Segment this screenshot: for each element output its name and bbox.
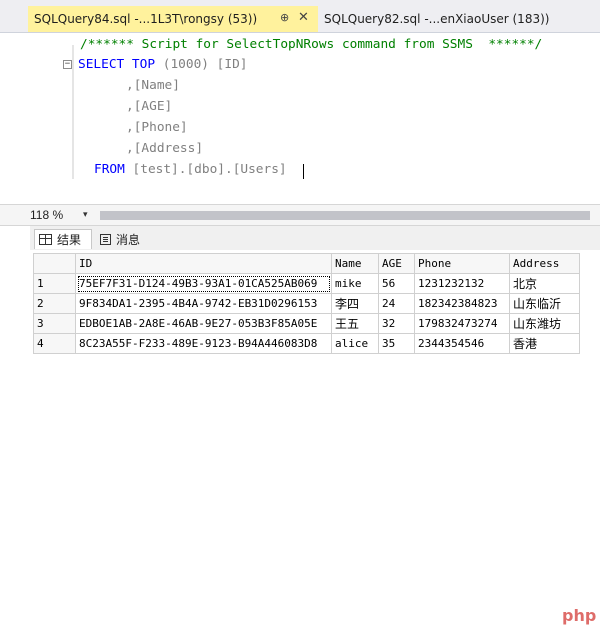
from-rest: [test].[dbo].[Users] xyxy=(124,162,287,177)
watermark-logo: php xyxy=(562,606,597,625)
select-rest: (1000) [ID] xyxy=(155,57,248,72)
table-row[interactable]: 1 75EF7F31-D124-49B3-93A1-01CA525AB069 m… xyxy=(33,273,580,294)
cell-age[interactable]: 32 xyxy=(378,313,415,334)
tab-results-label: 结果 xyxy=(57,233,82,247)
query-editor[interactable]: /****** Script for SelectTopNRows comman… xyxy=(0,33,600,202)
column-header-address[interactable]: Address xyxy=(509,253,580,274)
row-number[interactable]: 2 xyxy=(33,293,76,314)
select-keyword: SELECT TOP xyxy=(78,57,156,72)
fold-guide xyxy=(72,45,74,179)
code-comment-line: /****** Script for SelectTopNRows comman… xyxy=(80,37,543,52)
cell-phone[interactable]: 2344354546 xyxy=(414,333,510,354)
column-header-age[interactable]: AGE xyxy=(378,253,415,274)
code-from-line: FROM [test].[dbo].[Users] xyxy=(94,160,287,180)
grid-icon xyxy=(39,234,52,245)
tab-messages-label: 消息 xyxy=(116,232,141,247)
editor-status-bar: 118 % ▾ xyxy=(0,204,600,226)
fold-collapse-icon[interactable]: − xyxy=(63,60,72,69)
cell-age[interactable]: 56 xyxy=(378,273,415,294)
cell-address[interactable]: 香港 xyxy=(509,333,580,354)
document-tab-strip: SQLQuery84.sql -...1L3T\rongsy (53)) ⊕ ✕… xyxy=(0,0,600,33)
message-icon xyxy=(100,233,111,245)
cell-id[interactable]: 9F834DA1-2395-4B4A-9742-EB31D0296153 xyxy=(75,293,332,314)
cell-phone[interactable]: 1231232132 xyxy=(414,273,510,294)
table-row[interactable]: 2 9F834DA1-2395-4B4A-9742-EB31D0296153 李… xyxy=(33,293,580,314)
code-select-line: SELECT TOP (1000) [ID] xyxy=(78,55,248,75)
cell-address[interactable]: 北京 xyxy=(509,273,580,294)
from-keyword: FROM xyxy=(94,162,125,177)
code-column-age: ,[AGE] xyxy=(126,99,173,114)
tab-sqlquery84-label: SQLQuery84.sql -...1L3T\rongsy (53)) xyxy=(34,12,258,26)
column-header-name[interactable]: Name xyxy=(331,253,379,274)
cell-age[interactable]: 35 xyxy=(378,333,415,354)
results-table: ID Name AGE Phone Address 1 75EF7F31-D12… xyxy=(33,253,580,354)
tab-sqlquery84[interactable]: SQLQuery84.sql -...1L3T\rongsy (53)) ⊕ ✕ xyxy=(28,6,318,32)
zoom-value: 118 % xyxy=(30,208,64,222)
cell-address[interactable]: 山东潍坊 xyxy=(509,313,580,334)
cell-name[interactable]: 王五 xyxy=(331,313,379,334)
table-row[interactable]: 3 EDBOE1AB-2A8E-46AB-9E27-053B3F85A05E 王… xyxy=(33,313,580,334)
zoom-dropdown[interactable]: 118 % ▾ xyxy=(30,208,95,223)
cell-name[interactable]: mike xyxy=(331,273,379,294)
results-grid[interactable]: ID Name AGE Phone Address 1 75EF7F31-D12… xyxy=(30,250,600,625)
code-column-address: ,[Address] xyxy=(126,141,204,156)
cell-phone[interactable]: 182342384823 xyxy=(414,293,510,314)
result-tabs: 结果 消息 xyxy=(30,226,600,250)
cell-name[interactable]: alice xyxy=(331,333,379,354)
horizontal-scrollbar-thumb[interactable] xyxy=(100,211,590,220)
tab-messages[interactable]: 消息 xyxy=(96,229,160,249)
tab-sqlquery82-label: SQLQuery82.sql -...enXiaoUser (183)) xyxy=(324,12,550,26)
chevron-down-icon[interactable]: ▾ xyxy=(83,209,88,220)
cell-id[interactable]: 75EF7F31-D124-49B3-93A1-01CA525AB069 xyxy=(75,273,332,294)
column-header-phone[interactable]: Phone xyxy=(414,253,510,274)
pin-icon[interactable]: ⊕ xyxy=(280,11,289,24)
column-header-id[interactable]: ID xyxy=(75,253,332,274)
cell-id[interactable]: 8C23A55F-F233-489E-9123-B94A446083D8 xyxy=(75,333,332,354)
cell-age[interactable]: 24 xyxy=(378,293,415,314)
cell-phone[interactable]: 179832473274 xyxy=(414,313,510,334)
code-column-name: ,[Name] xyxy=(126,78,180,93)
table-row[interactable]: 4 8C23A55F-F233-489E-9123-B94A446083D8 a… xyxy=(33,333,580,354)
row-number[interactable]: 3 xyxy=(33,313,76,334)
text-cursor xyxy=(303,164,304,179)
cell-id[interactable]: EDBOE1AB-2A8E-46AB-9E27-053B3F85A05E xyxy=(75,313,332,334)
cell-name[interactable]: 李四 xyxy=(331,293,379,314)
cell-address[interactable]: 山东临沂 xyxy=(509,293,580,314)
tab-sqlquery82[interactable]: SQLQuery82.sql -...enXiaoUser (183)) xyxy=(318,6,600,32)
row-number-header[interactable] xyxy=(33,253,76,274)
row-number[interactable]: 4 xyxy=(33,333,76,354)
tab-results[interactable]: 结果 xyxy=(34,229,92,249)
code-column-phone: ,[Phone] xyxy=(126,120,188,135)
close-icon[interactable]: ✕ xyxy=(298,10,309,25)
table-header-row: ID Name AGE Phone Address xyxy=(33,253,580,274)
row-number[interactable]: 1 xyxy=(33,273,76,294)
